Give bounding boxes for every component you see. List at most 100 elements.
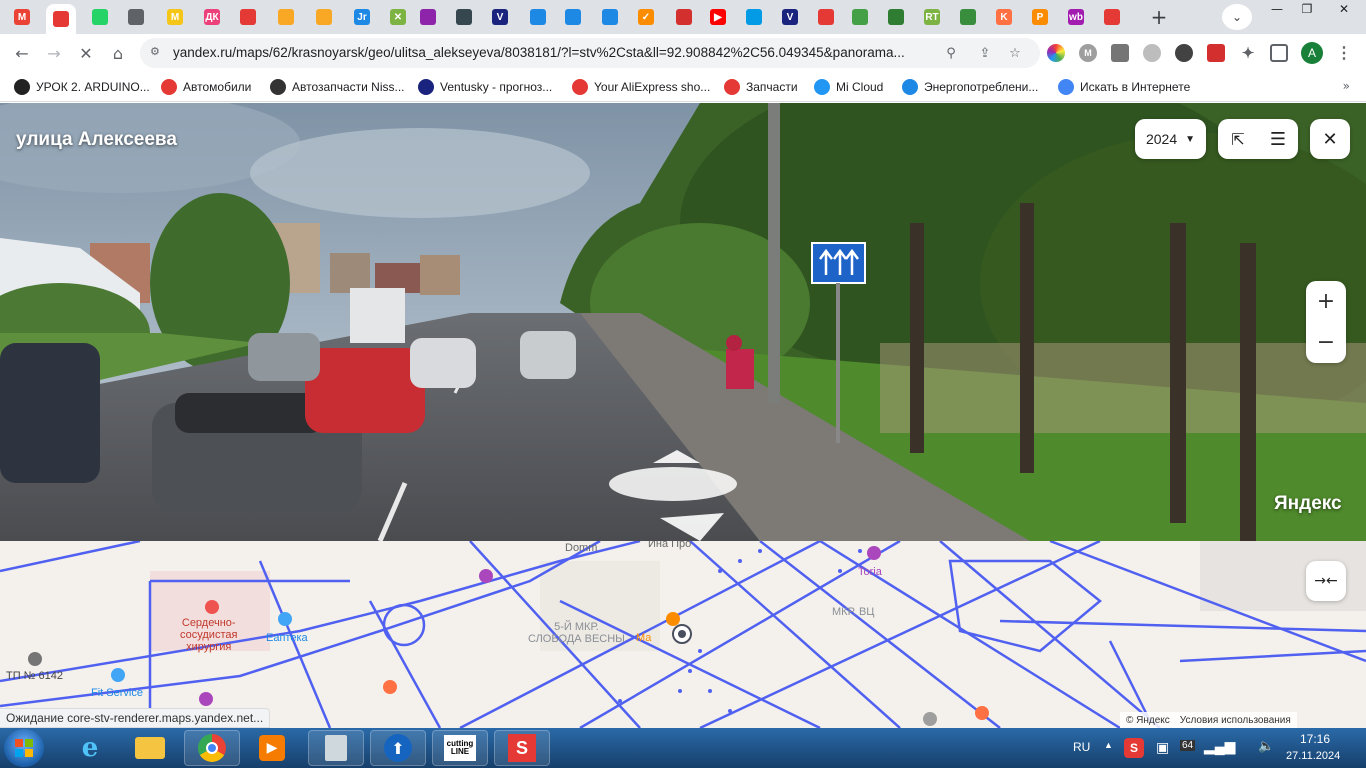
tab-wb-tab[interactable]: wb (1061, 4, 1091, 30)
side-panel-icon[interactable] (1270, 44, 1288, 62)
tab-chart-tab-2[interactable] (558, 4, 588, 30)
bookmark-item[interactable]: Искать в Интернете (1058, 78, 1190, 96)
bookmark-star-icon[interactable]: ☆ (1006, 44, 1024, 62)
tab-whatsapp[interactable] (85, 4, 115, 30)
hex-extension-icon[interactable] (1175, 44, 1193, 62)
home-button[interactable]: ⌂ (106, 41, 130, 65)
tab-news-tab[interactable] (669, 4, 699, 30)
open-external-icon[interactable]: ⇱ (1218, 130, 1258, 149)
tab-gmail[interactable]: M (7, 4, 37, 30)
tab-chrome-tab[interactable] (121, 4, 151, 30)
zoom-in-button[interactable]: + (1306, 281, 1346, 322)
tab-yandex-maps[interactable] (46, 4, 76, 34)
terms-link[interactable]: Условия использования (1180, 715, 1291, 726)
tab-dk-tab[interactable]: ДК (197, 4, 227, 30)
poi-domm-label[interactable]: Domm (565, 542, 597, 554)
tab-museum-tab[interactable] (953, 4, 983, 30)
bookmark-item[interactable]: Автомобили (161, 78, 251, 96)
back-button[interactable]: ← (10, 41, 34, 65)
volume-icon[interactable]: 🔈 (1258, 738, 1274, 754)
site-info-icon[interactable]: ⚙ (150, 45, 164, 59)
explorer-taskbar-icon[interactable] (122, 730, 178, 766)
poi-ma-label[interactable]: Ма (636, 632, 651, 644)
tab-youtube-tab[interactable]: ▶ (703, 4, 733, 30)
location-icon[interactable]: ⚲ (942, 44, 960, 62)
chrome-menu-icon[interactable]: ⋮ (1335, 44, 1353, 62)
tab-p-tab[interactable]: P (1025, 4, 1055, 30)
minimize-button[interactable]: — (1262, 0, 1292, 18)
mini-map[interactable]: Сердечно- сосудистая хирургия Еаптека ТП… (0, 541, 1366, 728)
share-icon[interactable]: ⇪ (976, 44, 994, 62)
network-signal-icon[interactable]: ▂▄▆ (1204, 738, 1235, 755)
stop-loading-button[interactable]: ✕ (74, 41, 98, 65)
new-tab-button[interactable]: + (1145, 5, 1173, 29)
language-indicator[interactable]: RU (1073, 740, 1090, 754)
bookmark-item[interactable]: Автозапчасти Niss... (270, 78, 404, 96)
tab-jr-tab[interactable]: Jr (347, 4, 377, 30)
m-extension-icon[interactable]: M (1079, 44, 1097, 62)
cutting-line-taskbar-icon[interactable]: cutting LINE (432, 730, 488, 766)
tab-x-tab[interactable]: ✕ (383, 4, 413, 30)
clock-time[interactable]: 17:16 (1300, 732, 1330, 746)
tab-apps-tab[interactable] (413, 4, 443, 30)
tp-label[interactable]: ТП № 6142 (6, 670, 63, 682)
tab-chart-tab-1[interactable] (523, 4, 553, 30)
bookmark-item[interactable]: Запчасти (724, 78, 798, 96)
tab-drop-tab-2[interactable] (309, 4, 339, 30)
tray-expand-icon[interactable]: ▲ (1104, 740, 1113, 750)
color-picker-extension-icon[interactable] (1047, 44, 1065, 62)
menu-icon[interactable]: ☰ (1258, 129, 1298, 150)
s-tray-icon[interactable]: S (1124, 738, 1144, 758)
bookmark-item[interactable]: Ventusky - прогноз... (418, 78, 552, 96)
calculator-taskbar-icon[interactable] (308, 730, 364, 766)
s-app-taskbar-icon[interactable]: S (494, 730, 550, 766)
collapse-map-button[interactable]: →← (1306, 561, 1346, 601)
start-button[interactable] (4, 729, 44, 767)
restore-button[interactable]: ❐ (1292, 0, 1322, 18)
shield-extension-icon[interactable] (1143, 44, 1161, 62)
ie-taskbar-icon[interactable]: e (62, 730, 118, 766)
close-panorama-button[interactable]: ✕ (1310, 119, 1350, 159)
tab-k-tab[interactable]: K (989, 4, 1019, 30)
profile-avatar[interactable]: A (1301, 42, 1323, 64)
upload-taskbar-icon[interactable]: ⬆ (370, 730, 426, 766)
bookmark-item[interactable]: Энергопотреблени... (902, 78, 1038, 96)
hospital-label[interactable]: Сердечно- сосудистая хирургия (180, 617, 237, 653)
year-selector[interactable]: 2024 ▼ (1135, 119, 1206, 159)
tab-cloud-tab[interactable] (739, 4, 769, 30)
clock-date[interactable]: 27.11.2024 (1286, 750, 1340, 762)
poi-ria-label[interactable]: Toria (858, 566, 882, 578)
extensions-puzzle-icon[interactable]: ✦ (1239, 44, 1257, 62)
tab-arrow-tab[interactable] (845, 4, 875, 30)
tab-hex-tab[interactable] (449, 4, 479, 30)
tab-bank-tab[interactable] (881, 4, 911, 30)
poi-ina-label[interactable]: Ина Про (648, 541, 691, 550)
zoom-out-button[interactable]: − (1306, 322, 1346, 363)
bookmark-item[interactable]: Your AliExpress sho... (572, 78, 710, 96)
forward-button[interactable]: → (42, 41, 66, 65)
tab-v-tab-2[interactable]: V (775, 4, 805, 30)
tab-ozon-tab[interactable] (1097, 4, 1127, 30)
apteka-label[interactable]: Еаптека (266, 632, 308, 644)
tab-aliexpress-tab[interactable] (233, 4, 263, 30)
media-taskbar-icon[interactable]: ▶ (244, 730, 300, 766)
tab-rt-tab[interactable]: RT (917, 4, 947, 30)
tab-search-button[interactable]: ⌄ (1222, 4, 1252, 30)
screenshot-extension-icon[interactable] (1111, 44, 1129, 62)
chrome-taskbar-icon[interactable] (184, 730, 240, 766)
bookmarks-overflow-icon[interactable]: » (1343, 79, 1350, 93)
tab-aid-tab[interactable] (811, 4, 841, 30)
bookmark-item[interactable]: УРОК 2. ARDUINO... (14, 78, 150, 96)
tab-drop-tab-1[interactable] (271, 4, 301, 30)
tab-check-tab[interactable]: ✓ (631, 4, 661, 30)
address-bar[interactable]: ⚙ yandex.ru/maps/62/krasnoyarsk/geo/ulit… (140, 38, 1040, 68)
url-text[interactable]: yandex.ru/maps/62/krasnoyarsk/geo/ulitsa… (173, 45, 933, 60)
tab-m-tab[interactable]: M (160, 4, 190, 30)
pdf-extension-icon[interactable] (1207, 44, 1225, 62)
bookmark-item[interactable]: Mi Cloud (814, 78, 883, 96)
close-window-button[interactable]: ✕ (1322, 0, 1366, 18)
street-panorama[interactable]: улица Алексеева 2024 ▼ ⇱ ☰ ✕ + − Яндекс (0, 103, 1366, 541)
tab-chart-tab-3[interactable] (595, 4, 625, 30)
clipboard-tray-icon[interactable]: ▣ (1156, 739, 1169, 756)
tab-v-tab-1[interactable]: V (485, 4, 515, 30)
